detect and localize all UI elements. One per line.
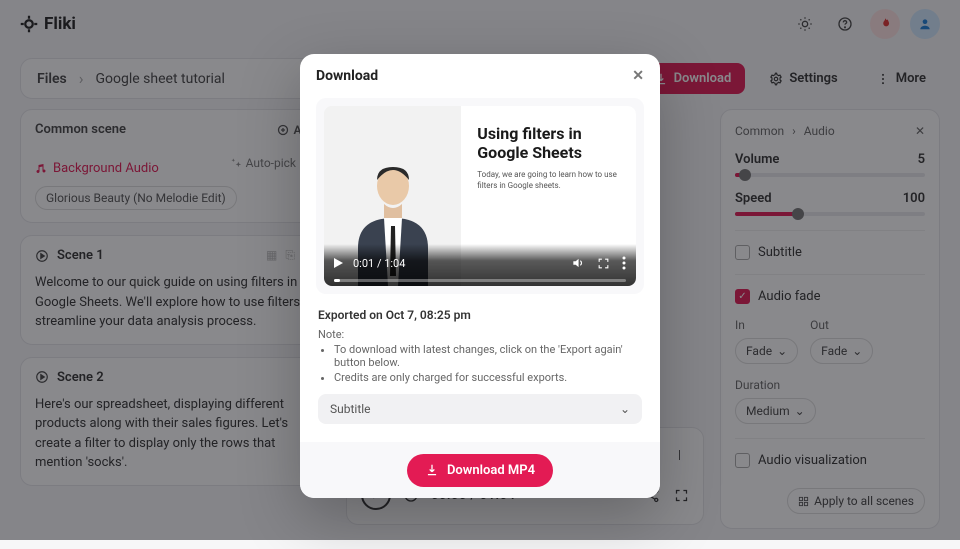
video-play-icon[interactable] <box>334 258 343 268</box>
chevron-down-icon: ⌄ <box>620 402 630 416</box>
video-fullscreen-icon[interactable] <box>597 257 610 270</box>
modal-overlay[interactable]: Download ✕ <box>0 0 960 540</box>
video-more-icon[interactable] <box>622 256 626 270</box>
preview-title: Using filters in Google Sheets <box>477 124 624 162</box>
subtitle-select-label: Subtitle <box>330 402 371 416</box>
note-heading: Note: <box>318 328 642 341</box>
video-preview[interactable]: Using filters in Google Sheets Today, we… <box>324 106 636 286</box>
modal-close-icon[interactable]: ✕ <box>632 68 644 84</box>
download-mp4-label: Download MP4 <box>447 463 535 478</box>
video-time: 0:01 / 1:04 <box>353 257 405 270</box>
subtitle-select[interactable]: Subtitle ⌄ <box>318 394 642 424</box>
video-progress[interactable] <box>334 279 626 282</box>
preview-sub: Today, we are going to learn how to use … <box>477 170 624 191</box>
download-mp4-button[interactable]: Download MP4 <box>407 454 553 487</box>
note-1: To download with latest changes, click o… <box>334 343 642 369</box>
note-2: Credits are only charged for successful … <box>334 371 642 384</box>
modal-title: Download <box>316 68 378 84</box>
volume-icon[interactable] <box>571 256 585 270</box>
download-modal: Download ✕ <box>300 54 660 498</box>
exported-time: Exported on Oct 7, 08:25 pm <box>318 308 642 322</box>
